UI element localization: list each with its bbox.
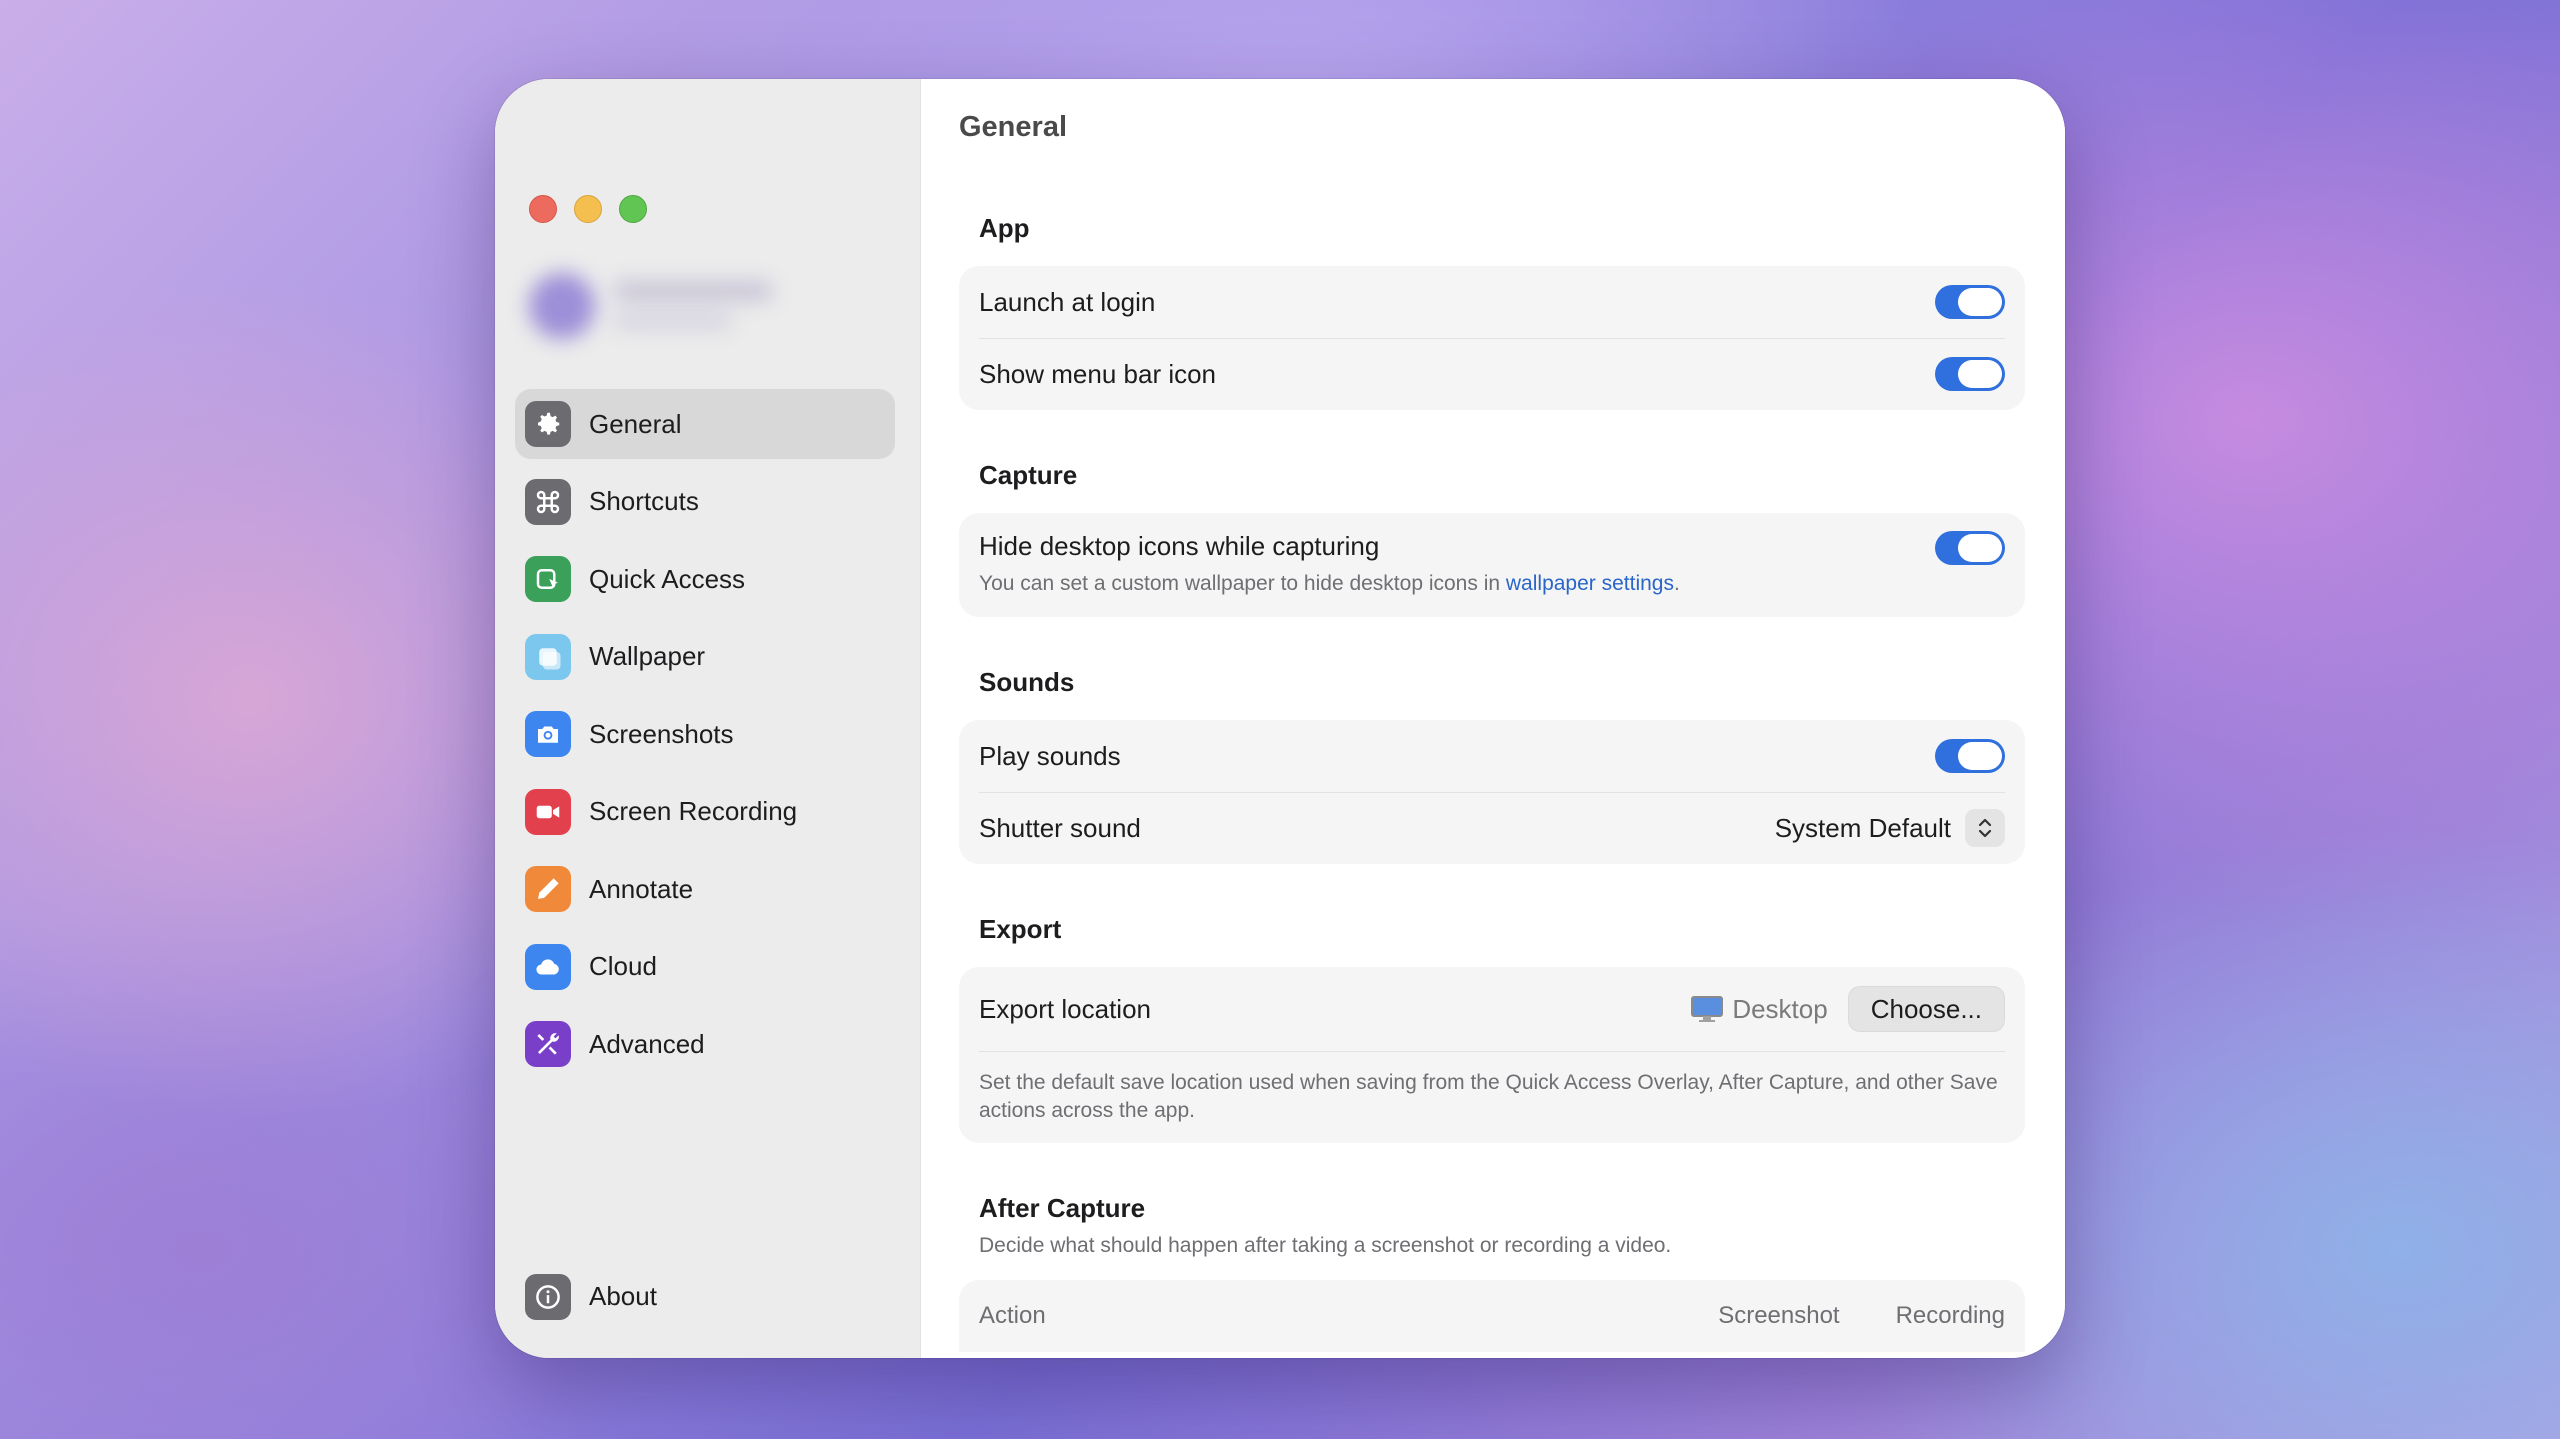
play-sounds-row: Play sounds xyxy=(959,720,2025,792)
sidebar-nav: General Shortcuts Quick Access Wallpaper xyxy=(515,389,895,1087)
sidebar-item-cloud[interactable]: Cloud xyxy=(515,932,895,1002)
pencil-icon xyxy=(525,866,571,912)
avatar xyxy=(529,273,595,339)
gear-icon xyxy=(525,401,571,447)
page-title: General xyxy=(959,111,1067,143)
sidebar-item-label: Shortcuts xyxy=(589,486,699,516)
desktop-folder-icon xyxy=(1691,996,1724,1022)
sidebar-about-section: About xyxy=(515,1262,895,1340)
sidebar-item-screen-recording[interactable]: Screen Recording xyxy=(515,777,895,847)
command-icon xyxy=(525,478,571,525)
column-header-screenshot: Screenshot xyxy=(1718,1302,1840,1329)
window-controls xyxy=(529,195,647,223)
quick-access-icon xyxy=(525,556,571,602)
section-title-app: App xyxy=(979,213,1030,243)
after-capture-table-header: Action Screenshot Recording xyxy=(959,1280,2025,1352)
section-title-capture: Capture xyxy=(979,460,1078,490)
sidebar-item-label: Quick Access xyxy=(589,563,746,594)
export-location-note: Set the default save location used when … xyxy=(979,1071,1998,1122)
close-window-button[interactable] xyxy=(529,195,557,223)
after-capture-description: Decide what should happen after taking a… xyxy=(979,1234,1672,1257)
video-camera-icon xyxy=(525,788,571,835)
sidebar: General Shortcuts Quick Access Wallpaper xyxy=(495,79,921,1358)
shutter-sound-row: Shutter sound System Default xyxy=(959,792,2025,864)
settings-scroll-area[interactable]: App Launch at login Show menu bar icon C… xyxy=(959,213,2025,1352)
launch-at-login-row: Launch at login xyxy=(959,266,2025,338)
section-title-sounds: Sounds xyxy=(979,667,1075,697)
column-header-recording: Recording xyxy=(1895,1302,2005,1329)
settings-window: General Shortcuts Quick Access Wallpaper xyxy=(495,79,2065,1358)
sidebar-item-label: Annotate xyxy=(589,873,694,904)
export-location-row: Export location Desktop Choose... xyxy=(959,967,2025,1051)
export-settings-card: Export location Desktop Choose... Set th… xyxy=(959,967,2025,1143)
section-title-export: Export xyxy=(979,914,1062,944)
export-location-value: Desktop xyxy=(1690,994,1828,1025)
account-profile-blurred[interactable] xyxy=(517,259,797,351)
capture-settings-card: Hide desktop icons while capturing You c… xyxy=(959,513,2025,617)
shutter-sound-select[interactable]: System Default xyxy=(1775,809,2005,847)
sidebar-item-about[interactable]: About xyxy=(515,1262,895,1332)
info-icon xyxy=(525,1273,571,1320)
sidebar-item-advanced[interactable]: Advanced xyxy=(515,1009,895,1079)
minimize-window-button[interactable] xyxy=(574,195,602,223)
sidebar-item-label: Screenshots xyxy=(589,718,734,749)
camera-icon xyxy=(525,711,571,757)
zoom-window-button[interactable] xyxy=(619,195,647,223)
sidebar-item-general[interactable]: General xyxy=(515,389,895,459)
sidebar-item-label: General xyxy=(589,408,682,439)
settings-content: General App Launch at login Show menu ba… xyxy=(921,79,2065,1358)
hide-desktop-icons-toggle[interactable] xyxy=(1935,531,2005,565)
show-menu-bar-icon-row: Show menu bar icon xyxy=(959,338,2025,410)
wallpaper-settings-link[interactable]: wallpaper settings xyxy=(1506,572,1674,595)
section-title-after-capture: After Capture xyxy=(979,1193,1146,1223)
sidebar-item-wallpaper[interactable]: Wallpaper xyxy=(515,622,895,692)
choose-export-location-button[interactable]: Choose... xyxy=(1847,986,2005,1032)
sidebar-item-label: Wallpaper xyxy=(589,641,706,671)
wallpaper-icon xyxy=(525,633,571,680)
sidebar-item-quick-access[interactable]: Quick Access xyxy=(515,544,895,614)
sidebar-item-screenshots[interactable]: Screenshots xyxy=(515,699,895,769)
shutter-sound-value: System Default xyxy=(1774,812,1951,843)
tools-icon xyxy=(525,1021,571,1067)
sidebar-item-label: Cloud xyxy=(589,951,657,981)
chevron-up-down-icon xyxy=(1965,809,2005,847)
export-location-label: Export location xyxy=(979,993,1151,1024)
launch-at-login-toggle[interactable] xyxy=(1935,285,2005,319)
export-note-row: Set the default save location used when … xyxy=(959,1051,2025,1143)
sidebar-item-label: Screen Recording xyxy=(589,796,798,826)
play-sounds-toggle[interactable] xyxy=(1935,739,2005,773)
shutter-sound-label: Shutter sound xyxy=(979,812,1141,843)
sidebar-item-shortcuts[interactable]: Shortcuts xyxy=(515,467,895,537)
hide-desktop-icons-label: Hide desktop icons while capturing xyxy=(979,531,1380,561)
show-menu-bar-icon-label: Show menu bar icon xyxy=(979,358,1217,389)
hide-desktop-icons-description: You can set a custom wallpaper to hide d… xyxy=(979,572,1680,595)
hide-desktop-icons-row: Hide desktop icons while capturing You c… xyxy=(959,513,2025,617)
sidebar-item-annotate[interactable]: Annotate xyxy=(515,854,895,924)
sidebar-item-label: About xyxy=(589,1281,657,1311)
app-settings-card: Launch at login Show menu bar icon xyxy=(959,266,2025,410)
sounds-settings-card: Play sounds Shutter sound System Default xyxy=(959,720,2025,864)
play-sounds-label: Play sounds xyxy=(979,740,1121,771)
cloud-icon xyxy=(525,943,571,990)
column-header-action: Action xyxy=(979,1302,1046,1329)
sidebar-item-label: Advanced xyxy=(589,1028,705,1059)
launch-at-login-label: Launch at login xyxy=(979,286,1156,317)
show-menu-bar-icon-toggle[interactable] xyxy=(1935,357,2005,391)
